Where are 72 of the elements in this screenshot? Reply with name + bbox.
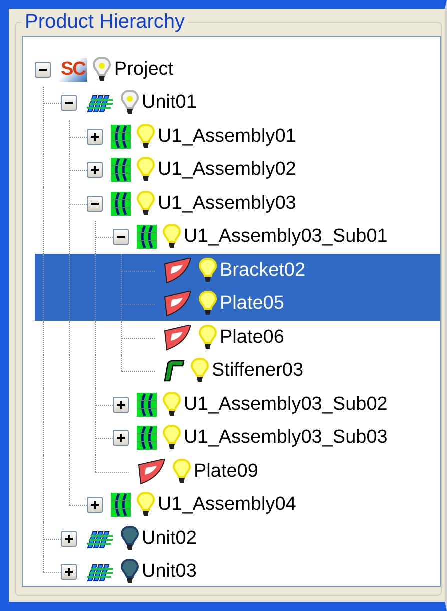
light-bulb-icon[interactable] bbox=[199, 291, 217, 318]
item-label: Project bbox=[114, 58, 174, 81]
item-label: U1_Assembly03_Sub01 bbox=[184, 226, 388, 248]
item-label: U1_Assembly02 bbox=[158, 159, 296, 182]
tree-item[interactable]: Unit03 bbox=[35, 556, 440, 589]
expand-toggle[interactable] bbox=[87, 497, 103, 514]
item-label: Plate05 bbox=[220, 293, 284, 316]
light-bulb-icon[interactable] bbox=[137, 492, 155, 518]
tree-item[interactable]: Unit02 bbox=[35, 522, 440, 556]
light-bulb-icon[interactable] bbox=[137, 190, 155, 217]
item-label: U1_Assembly03_Sub02 bbox=[184, 394, 388, 416]
light-bulb-icon[interactable] bbox=[191, 358, 209, 384]
tree-item[interactable]: Plate06 bbox=[35, 321, 440, 354]
light-bulb-icon[interactable] bbox=[137, 124, 155, 150]
stiffener-icon bbox=[163, 360, 185, 382]
item-label: U1_Assembly01 bbox=[158, 126, 296, 148]
item-label: Unit03 bbox=[142, 561, 197, 584]
tree-item[interactable]: Bracket02 bbox=[35, 254, 440, 288]
light-bulb-icon[interactable] bbox=[137, 157, 155, 184]
tree-item[interactable]: U1_Assembly03_Sub02 bbox=[35, 388, 440, 422]
tree-item[interactable]: Unit01 bbox=[35, 86, 440, 120]
item-label: Plate06 bbox=[220, 326, 284, 349]
tree-item[interactable]: U1_Assembly03 bbox=[35, 187, 440, 220]
tree-item[interactable]: Stiffener03 bbox=[35, 354, 440, 388]
light-bulb-icon[interactable] bbox=[121, 526, 139, 552]
collapse-toggle[interactable] bbox=[87, 196, 103, 212]
plate-icon bbox=[137, 458, 167, 485]
collapse-toggle[interactable] bbox=[61, 95, 77, 112]
item-label: Plate09 bbox=[194, 460, 258, 483]
expand-toggle[interactable] bbox=[61, 564, 77, 580]
light-bulb-icon[interactable] bbox=[199, 324, 217, 351]
plate-icon bbox=[163, 258, 193, 284]
expand-toggle[interactable] bbox=[113, 396, 129, 413]
light-bulb-icon[interactable] bbox=[163, 425, 181, 452]
logo-icon: SC bbox=[59, 58, 88, 82]
item-label: Stiffener03 bbox=[212, 360, 304, 382]
light-bulb-icon[interactable] bbox=[199, 258, 217, 284]
assembly-icon bbox=[111, 158, 131, 182]
tree-item[interactable]: U1_Assembly02 bbox=[35, 154, 440, 187]
assembly-icon bbox=[137, 426, 157, 450]
plate-icon bbox=[163, 324, 193, 351]
assembly-icon bbox=[111, 192, 131, 216]
light-bulb-icon[interactable] bbox=[93, 56, 112, 83]
group-title: Product Hierarchy bbox=[24, 11, 186, 34]
assembly-icon bbox=[111, 124, 131, 149]
item-label: Unit01 bbox=[142, 92, 197, 114]
tree-item[interactable]: U1_Assembly04 bbox=[35, 488, 440, 522]
expand-toggle[interactable] bbox=[113, 430, 129, 446]
light-bulb-icon[interactable] bbox=[121, 559, 139, 586]
tree-item[interactable]: Plate09 bbox=[35, 455, 440, 488]
assembly-icon bbox=[111, 493, 131, 518]
tree-item[interactable]: U1_Assembly03_Sub03 bbox=[35, 422, 440, 455]
light-bulb-icon[interactable] bbox=[163, 224, 181, 250]
item-label: U1_Assembly03_Sub03 bbox=[184, 427, 388, 450]
item-label: U1_Assembly03 bbox=[158, 192, 296, 215]
item-label: U1_Assembly04 bbox=[158, 494, 296, 516]
expand-toggle[interactable] bbox=[87, 128, 103, 145]
assembly-icon bbox=[137, 392, 157, 417]
tree-item[interactable]: SC Project bbox=[35, 53, 440, 86]
tree-item[interactable]: U1_Assembly01 bbox=[35, 120, 440, 154]
light-bulb-icon[interactable] bbox=[173, 458, 191, 485]
item-label: Bracket02 bbox=[220, 260, 306, 282]
expand-toggle[interactable] bbox=[61, 530, 77, 547]
collapse-toggle[interactable] bbox=[35, 62, 51, 78]
collapse-toggle[interactable] bbox=[113, 229, 129, 246]
expand-toggle[interactable] bbox=[87, 162, 103, 178]
light-bulb-icon[interactable] bbox=[163, 392, 181, 418]
light-bulb-icon[interactable] bbox=[121, 90, 139, 116]
assembly-icon bbox=[137, 225, 157, 250]
item-label: Unit02 bbox=[142, 528, 197, 550]
tree-item[interactable]: Plate05 bbox=[35, 288, 440, 321]
plate-icon bbox=[163, 291, 193, 318]
